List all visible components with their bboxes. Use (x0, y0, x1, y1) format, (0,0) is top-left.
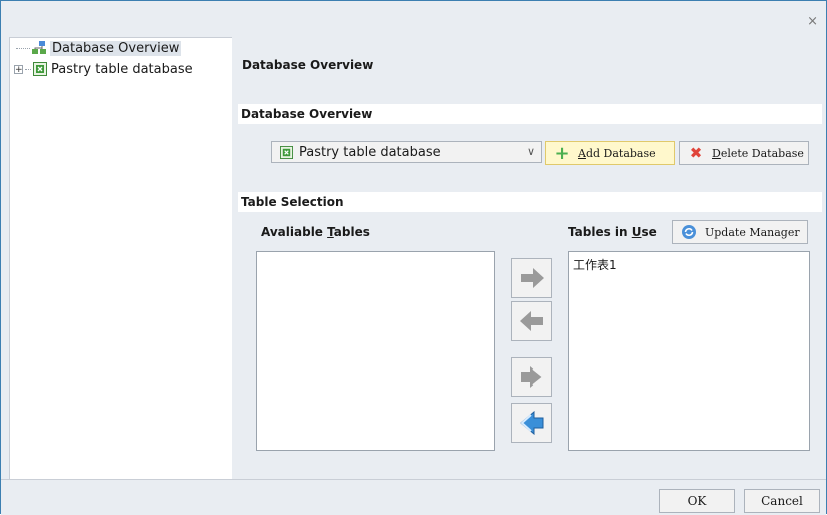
tree-item-label: Pastry table database (51, 61, 193, 77)
navigation-tree: Database Overview + Pastry table databas… (9, 37, 233, 481)
database-select[interactable]: Pastry table database ∨ (271, 141, 542, 163)
arrow-right-icon (520, 268, 544, 288)
add-database-label: Add Database (578, 146, 656, 160)
section-header-database-overview: Database Overview (238, 104, 822, 124)
arrow-left-icon (519, 311, 543, 331)
move-all-left-button[interactable] (511, 403, 552, 443)
tree-item-pastry-table-database[interactable]: + Pastry table database (14, 60, 193, 78)
chevron-down-icon[interactable]: ∨ (527, 145, 535, 158)
section-header-table-selection: Table Selection (238, 192, 822, 212)
spreadsheet-icon (280, 145, 293, 159)
available-tables-list[interactable] (256, 251, 495, 451)
double-arrow-left-icon (519, 411, 543, 435)
cancel-button[interactable]: Cancel (744, 489, 820, 513)
move-left-button[interactable] (511, 301, 552, 341)
page-title: Database Overview (242, 58, 374, 72)
move-right-button[interactable] (511, 258, 552, 298)
list-item[interactable]: 工作表1 (573, 256, 617, 273)
delete-database-label: Delete Database (712, 146, 804, 160)
expand-icon[interactable]: + (14, 64, 23, 74)
delete-database-button[interactable]: ✖ Delete Database (679, 141, 809, 165)
plus-icon: + (554, 142, 570, 164)
double-arrow-right-icon (520, 366, 545, 388)
tree-item-label: Database Overview (50, 40, 182, 56)
tree-connector (25, 68, 31, 70)
tree-item-database-overview[interactable]: Database Overview (16, 39, 182, 57)
refresh-icon (681, 224, 697, 240)
ok-button[interactable]: OK (659, 489, 735, 513)
tree-connector (16, 47, 30, 49)
move-all-right-button[interactable] (511, 357, 552, 397)
add-database-button[interactable]: + Add Database (545, 141, 675, 165)
hierarchy-icon (32, 41, 46, 54)
dialog-footer: OK Cancel (1, 479, 826, 515)
close-icon[interactable]: × (807, 14, 818, 29)
update-manager-label: Update Manager (705, 225, 800, 239)
spreadsheet-icon (33, 62, 47, 76)
database-select-value: Pastry table database (299, 144, 441, 160)
tables-in-use-label: Tables in Use (568, 225, 657, 239)
tables-in-use-list[interactable]: 工作表1 (568, 251, 810, 451)
database-manager-window: × Database Overview + Pastry table datab… (0, 0, 827, 515)
update-manager-button[interactable]: Update Manager (672, 220, 808, 244)
title-bar: × (1, 0, 826, 35)
delete-icon: ✖ (689, 144, 703, 162)
available-tables-label: Avaliable Tables (261, 225, 370, 239)
main-panel: Database Overview Database Overview Past… (232, 37, 822, 479)
